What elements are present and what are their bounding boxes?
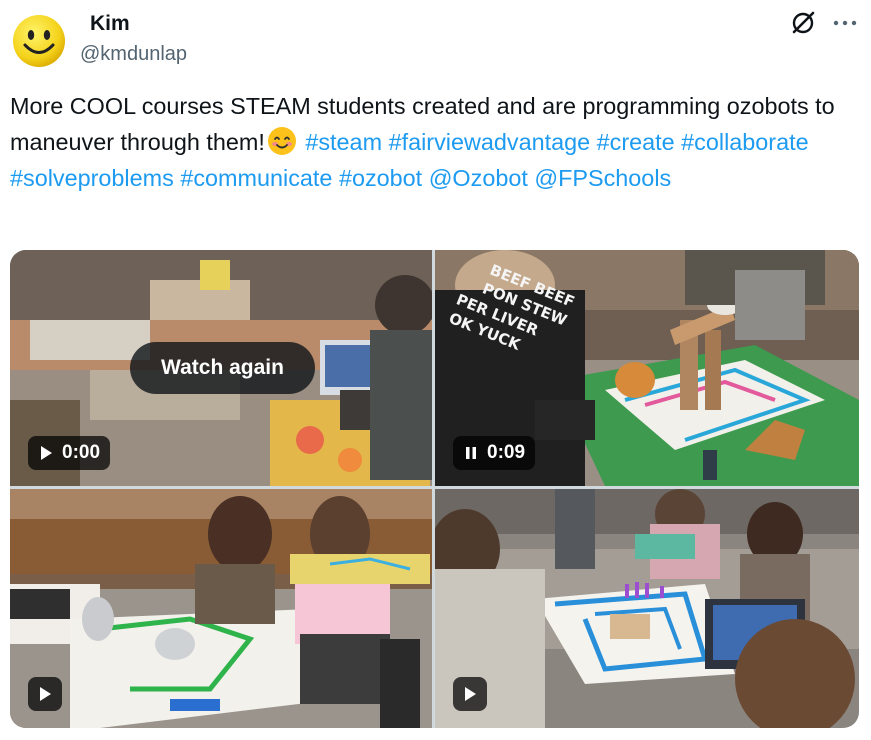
watch-again-button[interactable]: Watch again (130, 342, 315, 394)
video-thumbnail-2[interactable]: BEEF BEEF PON STEW PER LIVER OK YUCK 0:0… (435, 250, 859, 486)
smiling-face-emoji (267, 127, 296, 155)
author-handle[interactable]: @kmdunlap (80, 42, 187, 66)
hashtag-link[interactable]: #communicate (180, 165, 332, 191)
play-icon (465, 687, 476, 701)
grok-icon[interactable] (790, 10, 816, 36)
video-2-time: 0:09 (487, 442, 526, 463)
hashtag-link[interactable]: #steam (305, 129, 382, 155)
media-grid: Watch again 0:00 BEEF BEEF PON STEW PER … (10, 250, 859, 728)
video-4-play-button[interactable] (453, 677, 487, 711)
pause-icon (466, 447, 476, 459)
mention-link[interactable]: @Ozobot (429, 165, 528, 191)
video-thumbnail-3[interactable] (10, 489, 432, 728)
hashtag-link[interactable]: #fairviewadvantage (389, 129, 591, 155)
video-3-play-button[interactable] (28, 677, 62, 711)
smiley-face-avatar[interactable] (12, 14, 66, 68)
hashtag-link[interactable]: #create (597, 129, 675, 155)
hashtag-link[interactable]: #ozobot (339, 165, 422, 191)
video-2-time-badge[interactable]: 0:09 (453, 436, 536, 470)
hashtag-link[interactable]: #collaborate (681, 129, 808, 155)
mention-link[interactable]: @FPSchools (534, 165, 671, 191)
play-icon (41, 446, 52, 460)
video-1-time: 0:00 (62, 442, 101, 463)
video-1-time-badge[interactable]: 0:00 (28, 436, 111, 470)
more-dots-icon[interactable] (832, 16, 858, 30)
classroom-scene-image (10, 489, 432, 728)
hashtag-link[interactable]: #solveproblems (10, 165, 174, 191)
video-thumbnail-4[interactable] (435, 489, 859, 728)
tweet-header: Kim @kmdunlap (10, 10, 860, 70)
tweet-text: More COOL courses STEAM students created… (10, 88, 862, 196)
author-display-name[interactable]: Kim (90, 12, 130, 36)
play-icon (40, 687, 51, 701)
video-thumbnail-1[interactable]: Watch again 0:00 (10, 250, 432, 486)
classroom-scene-image (435, 489, 859, 728)
